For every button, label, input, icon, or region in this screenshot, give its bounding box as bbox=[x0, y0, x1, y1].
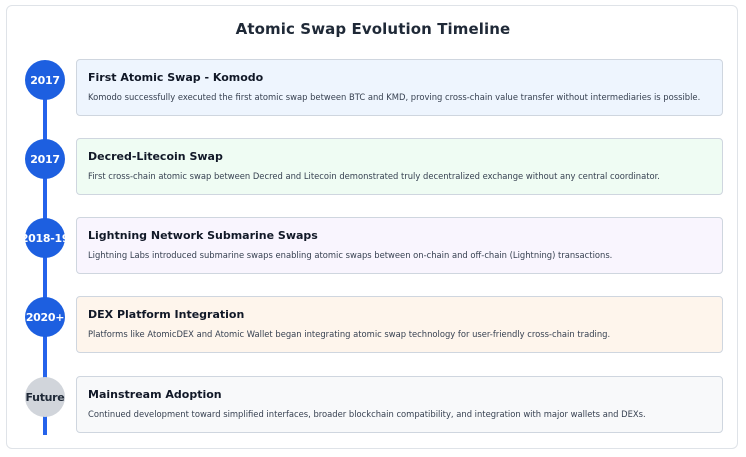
timeline-node-2020-plus: 2020+ bbox=[25, 297, 65, 337]
event-description: Komodo successfully executed the first a… bbox=[88, 92, 701, 102]
event-description: Lightning Labs introduced submarine swap… bbox=[88, 250, 613, 260]
event-description: Continued development toward simplified … bbox=[88, 409, 646, 419]
event-card-komodo: First Atomic Swap - Komodo Komodo succes… bbox=[76, 59, 723, 116]
event-description: First cross-chain atomic swap between De… bbox=[88, 171, 660, 181]
timeline-node-future: Future bbox=[25, 377, 65, 417]
event-card-lightning-submarine: Lightning Network Submarine Swaps Lightn… bbox=[76, 217, 723, 274]
timeline-node-2017-decred: 2017 bbox=[25, 139, 65, 179]
event-title: Mainstream Adoption bbox=[88, 388, 222, 401]
timeline-node-2017-komodo: 2017 bbox=[25, 60, 65, 100]
event-description: Platforms like AtomicDEX and Atomic Wall… bbox=[88, 329, 611, 339]
event-title: Decred-Litecoin Swap bbox=[88, 150, 223, 163]
event-title: First Atomic Swap - Komodo bbox=[88, 71, 264, 84]
event-title: Lightning Network Submarine Swaps bbox=[88, 229, 318, 242]
timeline-title: Atomic Swap Evolution Timeline bbox=[235, 20, 511, 38]
event-card-mainstream-adoption: Mainstream Adoption Continued developmen… bbox=[76, 376, 723, 433]
event-card-decred-litecoin: Decred-Litecoin Swap First cross-chain a… bbox=[76, 138, 723, 195]
event-card-dex-integration: DEX Platform Integration Platforms like … bbox=[76, 296, 723, 353]
timeline-node-2018-19: 2018-19 bbox=[21, 218, 70, 258]
event-title: DEX Platform Integration bbox=[88, 308, 245, 321]
